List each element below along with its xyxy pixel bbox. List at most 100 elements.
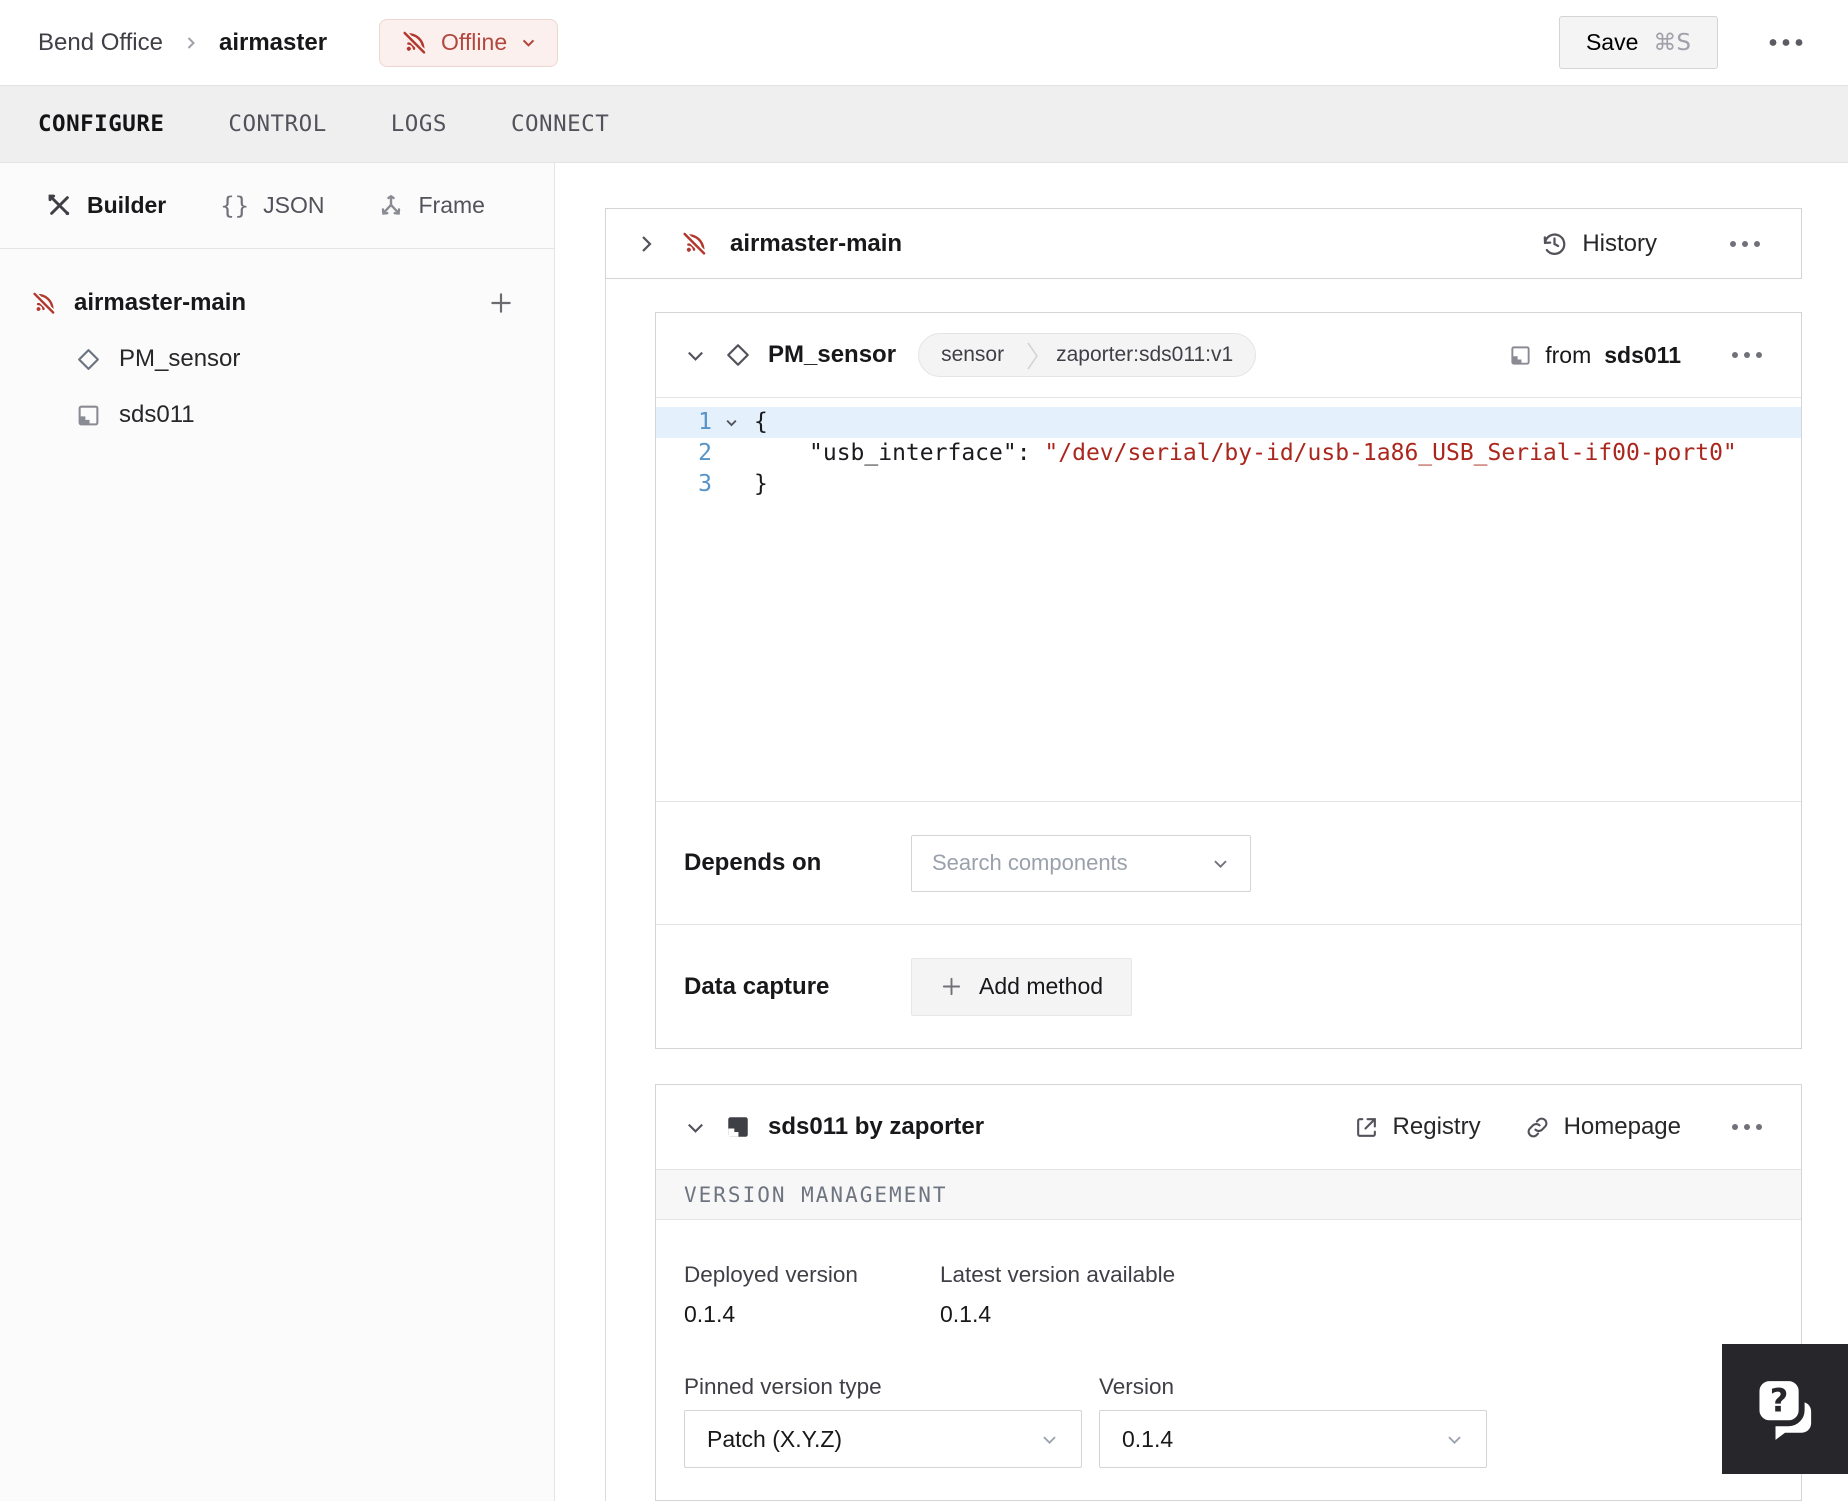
tab-configure[interactable]: CONFIGURE [38,111,164,137]
component-type-badge: sensor zaporter:sds011:v1 [918,333,1257,377]
mode-json-label: JSON [263,192,325,218]
fold-chevron-icon[interactable] [712,407,750,438]
chevron-down-icon [1448,1435,1461,1444]
version-value: 0.1.4 [1122,1425,1174,1452]
component-card-header: PM_sensor sensor zaporter:sds011:v1 from… [656,313,1801,397]
braces-icon: {} [220,191,250,220]
code-text: { [754,409,768,435]
history-label: History [1582,229,1657,257]
line-number: 1 [698,409,712,435]
code-line: 2 "usb_interface": "/dev/serial/by-id/us… [656,438,1801,469]
from-prefix: from [1545,341,1592,368]
mode-frame[interactable]: Frame [378,192,485,219]
tab-logs[interactable]: LOGS [391,111,447,137]
module-card-sds011: sds011 by zaporter Registry Homepage VER… [655,1084,1802,1501]
homepage-label: Homepage [1563,1113,1681,1140]
badge-type: sensor [941,343,1005,366]
ellipsis-icon [1730,240,1760,247]
ellipsis-icon [1732,1124,1762,1130]
tree-item-pm-sensor[interactable]: PM_sensor [0,331,554,387]
external-link-icon [1356,1117,1376,1137]
add-method-label: Add method [979,973,1104,999]
help-button[interactable]: ? [1722,1344,1848,1474]
tree-item-machine[interactable]: airmaster-main [0,275,554,331]
homepage-link[interactable]: Homepage [1525,1113,1681,1141]
history-button[interactable]: History [1541,230,1657,258]
component-title: PM_sensor [768,341,897,368]
component-card-pm-sensor: PM_sensor sensor zaporter:sds011:v1 from… [655,312,1802,1049]
badge-model: zaporter:sds011:v1 [1056,343,1234,366]
code-text: } [754,471,768,497]
help-icon: ? [1753,1375,1812,1440]
attributes-code-editor[interactable]: 1 { 2 "usb_interface": "/dev/serial/by-i… [656,397,1801,801]
line-number: 2 [698,440,712,466]
latest-version-label: Latest version available [940,1262,1176,1287]
json-key: "usb_interface" [809,440,1017,466]
resource-tree: airmaster-main PM_sensor sds011 [0,249,554,443]
plus-icon [491,293,511,313]
registry-label: Registry [1392,1113,1481,1140]
tree-machine-label: airmaster-main [74,289,247,316]
pinned-version-type-select[interactable]: Patch (X.Y.Z) [684,1410,1082,1468]
wifi-off-icon [31,290,56,315]
chevron-down-icon [688,1123,703,1133]
history-icon [1544,233,1566,255]
breadcrumb: Bend Office airmaster [38,29,327,57]
version-management-section-title: VERSION MANAGEMENT [656,1169,1801,1220]
depends-on-section: Depends on Search components [656,801,1801,924]
tools-icon [48,194,70,216]
depends-on-select[interactable]: Search components [911,834,1251,892]
registry-link[interactable]: Registry [1354,1113,1481,1141]
code-line: 1 { [656,407,1801,438]
mode-json[interactable]: {} JSON [220,192,324,220]
module-icon [1511,345,1530,365]
save-label: Save [1585,29,1639,55]
json-string-value: "/dev/serial/by-id/usb-1a86_USB_Serial-i… [1044,440,1737,466]
ellipsis-icon [1769,39,1803,46]
module-icon [728,1117,748,1137]
tab-control[interactable]: CONTROL [228,111,326,137]
save-shortcut: ⌘S [1653,29,1691,56]
code-line: 3 } [656,469,1801,500]
machine-card-menu[interactable] [1723,234,1767,254]
tab-bar: CONFIGURE CONTROL LOGS CONNECT [0,86,1848,163]
line-number: 3 [698,471,712,497]
add-method-button[interactable]: Add method [911,957,1133,1016]
module-icon [78,405,99,425]
collapse-chevron[interactable] [684,1116,707,1139]
plus-icon [942,977,961,996]
header-more-menu[interactable] [1762,32,1810,53]
deployed-version-value: 0.1.4 [684,1301,736,1327]
status-label: Offline [441,29,508,55]
json-colon: : [1016,440,1045,466]
svg-text:?: ? [1770,1381,1789,1419]
version-select[interactable]: 0.1.4 [1099,1410,1487,1468]
status-offline-dropdown[interactable]: Offline [379,18,559,67]
module-card-menu[interactable] [1725,1117,1769,1137]
view-mode-toolbar: Builder {} JSON Frame [0,163,554,249]
version-management-body: Deployed version 0.1.4 Latest version av… [656,1220,1801,1500]
module-title: sds011 by zaporter [768,1113,985,1140]
component-card-menu[interactable] [1725,345,1769,365]
breadcrumb-chevron-icon [181,33,201,53]
chevron-down-icon [522,39,535,47]
from-module-link[interactable]: from sds011 [1509,342,1681,369]
collapse-chevron[interactable] [684,344,707,367]
badge-divider-chevron-icon [1027,342,1039,370]
sidebar: Builder {} JSON Frame airmaster-main PM_… [0,163,555,1501]
machine-card: airmaster-main History [605,208,1802,279]
data-capture-label: Data capture [684,972,830,1000]
version-label: Version [1099,1374,1175,1399]
module-card-header: sds011 by zaporter Registry Homepage [656,1085,1801,1169]
tree-item-sds011[interactable]: sds011 [0,387,554,443]
from-module-name: sds011 [1604,341,1681,368]
chevron-right-icon[interactable] [634,232,658,256]
save-button[interactable]: Save ⌘S [1558,16,1718,69]
ellipsis-icon [1732,352,1762,358]
tab-connect[interactable]: CONNECT [511,111,609,137]
breadcrumb-org[interactable]: Bend Office [38,29,163,57]
add-component-button[interactable] [488,290,514,316]
deployed-version-label: Deployed version [684,1262,858,1287]
main-panel: airmaster-main History PM_sensor sensor … [555,163,1848,1501]
mode-builder[interactable]: Builder [46,192,166,219]
